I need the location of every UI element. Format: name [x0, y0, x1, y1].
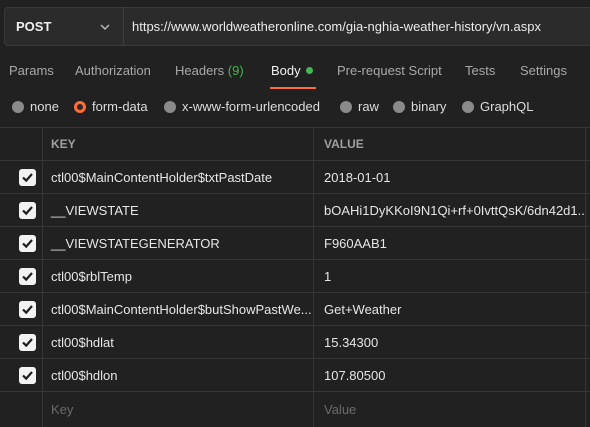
table-row: ctl00$hdlat 15.34300 — [0, 326, 590, 359]
new-row: Key Value — [0, 392, 590, 427]
table-row: ctl00$MainContentHolder$txtPastDate 2018… — [0, 161, 590, 194]
tab-settings[interactable]: Settings — [520, 63, 567, 78]
check-cell — [0, 260, 43, 292]
check-cell — [0, 326, 43, 358]
table-row: __VIEWSTATEGENERATOR F960AAB1 — [0, 227, 590, 260]
checkmark-icon — [22, 239, 33, 249]
check-cell — [0, 359, 43, 391]
row-checkbox[interactable] — [19, 235, 36, 252]
table-row: ctl00$MainContentHolder$butShowPastWe...… — [0, 293, 590, 326]
row-key[interactable]: ctl00$MainContentHolder$txtPastDate — [43, 161, 314, 193]
radio-label: form-data — [92, 99, 148, 114]
radio-binary[interactable]: binary — [393, 99, 446, 114]
url-text: https://www.worldweatheronline.com/gia-n… — [132, 19, 541, 34]
form-data-table: KEY VALUE ctl00$MainContentHolder$txtPas… — [0, 127, 590, 427]
row-checkbox[interactable] — [19, 202, 36, 219]
radio-none[interactable]: none — [12, 99, 59, 114]
radio-label: x-www-form-urlencoded — [182, 99, 320, 114]
row-value[interactable]: bOAHi1DyKKoI9N1Qi+rf+0IvttQsK/6dn42d1... — [314, 194, 586, 226]
headers-count: (9) — [227, 63, 244, 78]
radio-form-data[interactable]: form-data — [74, 99, 148, 114]
radio-circle-icon — [164, 100, 176, 113]
tab-tests[interactable]: Tests — [465, 63, 495, 78]
column-header-key: KEY — [43, 128, 314, 160]
row-checkbox[interactable] — [19, 367, 36, 384]
row-value[interactable]: 107.80500 — [314, 359, 586, 391]
new-value-input[interactable]: Value — [314, 392, 586, 427]
row-value[interactable]: 15.34300 — [314, 326, 586, 358]
check-cell — [0, 392, 43, 427]
tab-params[interactable]: Params — [9, 63, 54, 78]
tab-pre-request-script[interactable]: Pre-request Script — [337, 63, 442, 78]
row-checkbox[interactable] — [19, 169, 36, 186]
row-key[interactable]: __VIEWSTATE — [43, 194, 314, 226]
row-value[interactable]: 2018-01-01 — [314, 161, 586, 193]
method-select[interactable]: POST — [4, 7, 123, 46]
row-key[interactable]: ctl00$hdlat — [43, 326, 314, 358]
tab-body[interactable]: Body — [271, 63, 313, 78]
checkmark-icon — [22, 173, 33, 183]
radio-label: none — [30, 99, 59, 114]
request-bar: POST https://www.worldweatheronline.com/… — [0, 0, 590, 53]
checkmark-icon — [22, 272, 33, 282]
checkmark-icon — [22, 305, 33, 315]
radio-circle-icon — [12, 100, 24, 113]
table-row: ctl00$rblTemp 1 — [0, 260, 590, 293]
row-value[interactable]: Get+Weather — [314, 293, 586, 325]
check-cell — [0, 161, 43, 193]
table-row: __VIEWSTATE bOAHi1DyKKoI9N1Qi+rf+0IvttQs… — [0, 194, 590, 227]
radio-label: raw — [358, 99, 379, 114]
row-value[interactable]: 1 — [314, 260, 586, 292]
chevron-down-icon — [100, 24, 110, 30]
request-tabs: Params Authorization Headers (9) Body Pr… — [0, 53, 590, 89]
radio-label: GraphQL — [480, 99, 534, 114]
column-header-value: VALUE — [314, 128, 586, 160]
row-key[interactable]: ctl00$MainContentHolder$butShowPastWe... — [43, 293, 314, 325]
url-input[interactable]: https://www.worldweatheronline.com/gia-n… — [123, 7, 590, 46]
row-key[interactable]: __VIEWSTATEGENERATOR — [43, 227, 314, 259]
radio-graphql[interactable]: GraphQL — [462, 99, 533, 114]
header-check-cell — [0, 128, 43, 160]
table-row: ctl00$hdlon 107.80500 — [0, 359, 590, 392]
radio-label: binary — [411, 99, 447, 114]
row-checkbox[interactable] — [19, 334, 36, 351]
table-header-row: KEY VALUE — [0, 128, 590, 161]
radio-selected-icon — [74, 100, 86, 113]
new-key-input[interactable]: Key — [43, 392, 314, 427]
radio-circle-icon — [393, 100, 405, 113]
check-cell — [0, 227, 43, 259]
check-cell — [0, 293, 43, 325]
checkmark-icon — [22, 338, 33, 348]
tab-headers[interactable]: Headers (9) — [175, 63, 244, 78]
row-key[interactable]: ctl00$hdlon — [43, 359, 314, 391]
radio-circle-icon — [462, 100, 474, 113]
body-type-radios: none form-data x-www-form-urlencoded raw… — [0, 89, 590, 125]
method-label: POST — [16, 19, 52, 34]
tab-headers-label: Headers — [175, 63, 225, 78]
radio-x-www-form-urlencoded[interactable]: x-www-form-urlencoded — [164, 99, 320, 114]
body-active-dot-icon — [305, 67, 313, 74]
checkmark-icon — [22, 206, 33, 216]
row-key[interactable]: ctl00$rblTemp — [43, 260, 314, 292]
row-value[interactable]: F960AAB1 — [314, 227, 586, 259]
tab-authorization[interactable]: Authorization — [75, 63, 151, 78]
radio-raw[interactable]: raw — [340, 99, 379, 114]
row-checkbox[interactable] — [19, 268, 36, 285]
tab-body-label: Body — [271, 63, 301, 78]
check-cell — [0, 194, 43, 226]
row-checkbox[interactable] — [19, 301, 36, 318]
checkmark-icon — [22, 371, 33, 381]
radio-circle-icon — [340, 100, 352, 113]
